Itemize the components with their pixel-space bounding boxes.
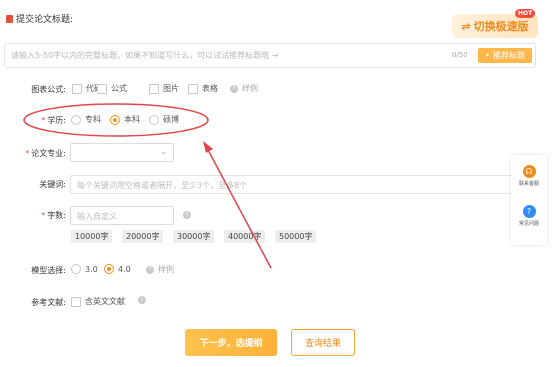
annotation-arrow-line (207, 149, 272, 269)
annotation-overlay (23, 103, 272, 269)
annotation-ellipse (23, 103, 209, 137)
annotation-arrowhead (203, 141, 213, 153)
